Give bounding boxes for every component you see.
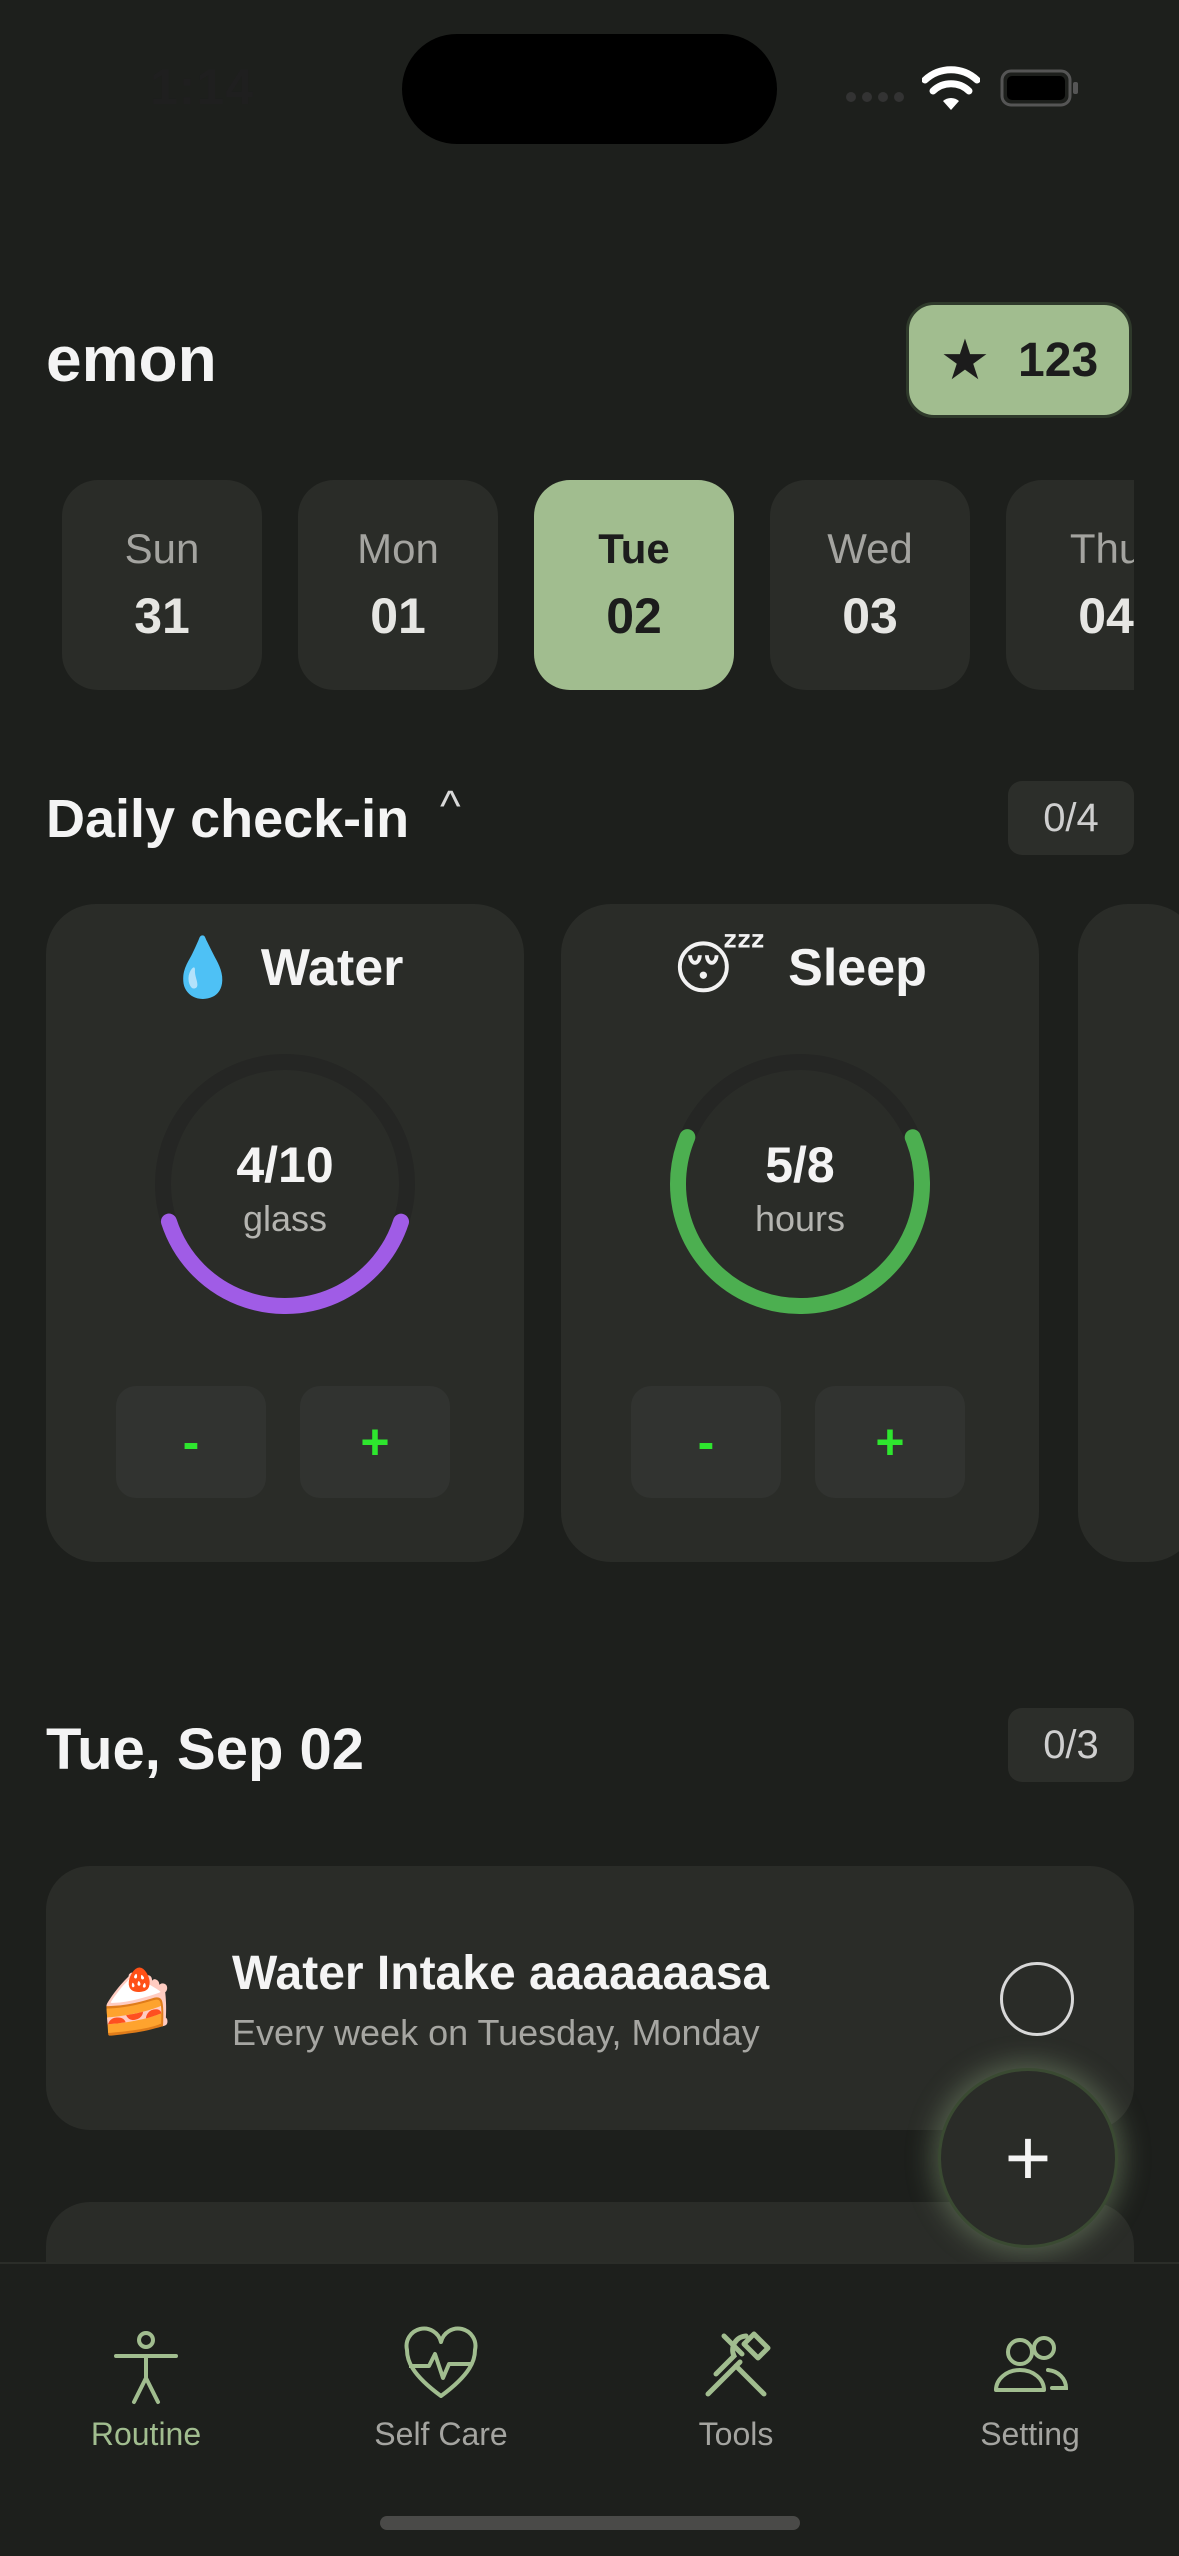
sleeping-face-icon: 😴	[673, 936, 767, 1001]
day-name: Sun	[124, 525, 200, 572]
task-title: Water Intake aaaaaaasa	[232, 1947, 770, 2000]
tab-label: Setting	[980, 2416, 1080, 2452]
star-icon: ★	[939, 328, 991, 391]
add-task-button[interactable]: +	[938, 2068, 1118, 2248]
water-decrement-button[interactable]: -	[116, 1386, 266, 1498]
home-indicator	[380, 2516, 800, 2530]
sleep-value: 5/8	[765, 1137, 835, 1193]
bottom-tab-bar: Routine Self Care Tools Setting	[0, 2262, 1179, 2556]
collapse-caret-icon[interactable]: ^	[440, 782, 461, 832]
task-schedule: Every week on Tuesday, Monday	[232, 2012, 760, 2053]
tab-label: Self Care	[374, 2416, 508, 2452]
tab-tools[interactable]: Tools	[626, 2326, 846, 2453]
status-time: 1:14	[150, 59, 255, 115]
sleep-checkin-card[interactable]: 😴 Sleep 5/8 hours - +	[561, 904, 1039, 1562]
battery-icon	[1000, 69, 1078, 107]
tab-setting[interactable]: Setting	[920, 2326, 1140, 2453]
heart-pulse-icon	[404, 2326, 478, 2398]
checkin-title: Daily check-in	[46, 789, 410, 849]
tab-routine[interactable]: Routine	[36, 2326, 256, 2453]
tasks-count-badge: 0/3	[1008, 1708, 1134, 1782]
wifi-icon	[922, 66, 980, 110]
day-name: Mon	[357, 525, 439, 572]
card-label: Water	[260, 939, 404, 997]
card-header: 💧 Water	[46, 934, 524, 1002]
date-heading: Tue, Sep 02	[46, 1717, 365, 1782]
sleep-unit: hours	[754, 1198, 846, 1239]
dynamic-island	[402, 34, 777, 144]
day-tue[interactable]: Tue 02	[534, 480, 734, 690]
tab-self-care[interactable]: Self Care	[331, 2326, 551, 2453]
username-title: emon	[46, 323, 217, 395]
water-unit: glass	[242, 1198, 328, 1239]
checkin-count-badge: 0/4	[1008, 781, 1134, 855]
day-name: Thu	[1069, 525, 1134, 572]
day-thu[interactable]: Thu 04	[1006, 480, 1134, 690]
day-mon[interactable]: Mon 01	[298, 480, 498, 690]
day-name: Tue	[598, 525, 670, 572]
water-value: 4/10	[236, 1137, 334, 1193]
next-checkin-card[interactable]	[1078, 904, 1179, 1562]
sleep-increment-button[interactable]: +	[815, 1386, 965, 1498]
points-value: 123	[1018, 333, 1099, 387]
day-number: 01	[370, 588, 426, 644]
tab-label: Routine	[90, 2416, 202, 2452]
day-number: 04	[1078, 588, 1134, 644]
day-number: 02	[606, 588, 662, 644]
cellular-signal-icon	[846, 92, 906, 104]
day-wed[interactable]: Wed 03	[770, 480, 970, 690]
water-checkin-card[interactable]: 💧 Water 4/10 glass - +	[46, 904, 524, 1562]
tools-icon	[705, 2331, 771, 2397]
day-number: 31	[134, 588, 190, 644]
card-label: Sleep	[788, 939, 927, 997]
tab-label: Tools	[698, 2416, 774, 2452]
day-selector[interactable]: Sun 31 Mon 01 Tue 02 Wed 03 Thu 04	[62, 480, 1134, 690]
task-complete-checkbox[interactable]	[1000, 1962, 1074, 2036]
day-sun[interactable]: Sun 31	[62, 480, 262, 690]
day-number: 03	[842, 588, 898, 644]
person-icon	[114, 2331, 178, 2404]
sleep-decrement-button[interactable]: -	[631, 1386, 781, 1498]
day-name: Wed	[827, 525, 913, 572]
water-increment-button[interactable]: +	[300, 1386, 450, 1498]
card-header: 😴 Sleep	[561, 934, 1039, 1002]
users-icon	[994, 2336, 1069, 2392]
app-screen: 1:14 emon ★ 123 Sun 31 Mon 01 Tue 02 Wed…	[0, 0, 1179, 2556]
water-drop-icon: 💧	[166, 935, 239, 1000]
cake-icon: 🍰	[98, 1968, 176, 2037]
points-badge[interactable]: ★ 123	[906, 302, 1132, 418]
